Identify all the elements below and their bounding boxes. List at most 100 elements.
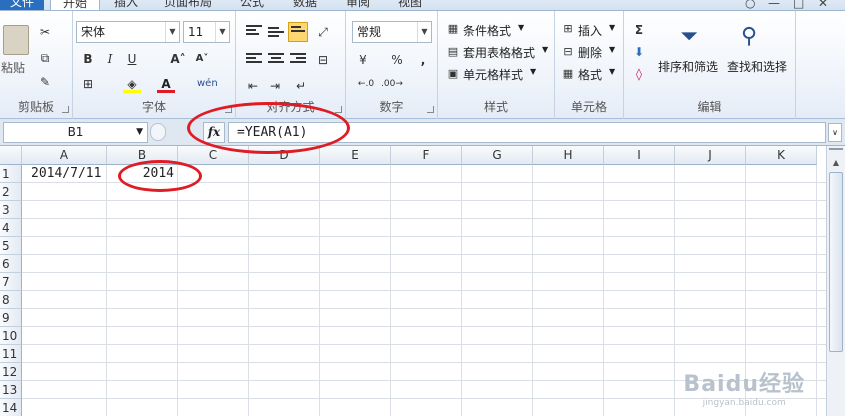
insert-cells-button[interactable]: 插入 (578, 22, 602, 39)
format-painter-icon[interactable]: ✎ (36, 73, 54, 91)
row-header-11[interactable]: 11 (0, 345, 22, 363)
row-header-2[interactable]: 2 (0, 183, 22, 201)
autosum-icon[interactable]: Σ (630, 21, 648, 39)
close-icon[interactable]: ✕ (818, 0, 828, 10)
column-header-k[interactable]: K (746, 146, 817, 165)
chevron-down-icon[interactable]: ▼ (542, 45, 548, 54)
font-color-icon[interactable]: A (157, 75, 175, 93)
tab-home[interactable]: 开始 (50, 0, 100, 10)
decrease-indent-icon[interactable]: ⇤ (244, 77, 262, 95)
increase-decimal-icon[interactable]: ←.0 (354, 75, 378, 93)
split-handle[interactable] (829, 148, 843, 154)
tab-file[interactable]: 文件 (0, 0, 44, 10)
row-header-5[interactable]: 5 (0, 237, 22, 255)
italic-icon[interactable]: I (101, 50, 119, 68)
column-header-f[interactable]: F (391, 146, 462, 165)
scroll-up-icon[interactable]: ▲ (829, 156, 843, 170)
cut-icon[interactable]: ✂ (36, 23, 54, 41)
merge-center-icon[interactable]: ⊟ (314, 51, 332, 69)
orientation-icon[interactable]: ⤢ (314, 23, 332, 41)
chevron-down-icon[interactable]: ▼ (165, 22, 179, 42)
align-center-icon[interactable] (268, 53, 284, 67)
row-header-6[interactable]: 6 (0, 255, 22, 273)
number-launcher-icon[interactable] (427, 106, 434, 113)
tab-review[interactable]: 审阅 (346, 0, 370, 10)
tab-insert[interactable]: 插入 (114, 0, 138, 10)
copy-icon[interactable]: ⧉ (36, 49, 54, 67)
find-select-icon[interactable]: ⚲ (734, 21, 764, 53)
currency-icon[interactable]: ¥ (354, 51, 372, 69)
row-header-12[interactable]: 12 (0, 363, 22, 381)
row-header-13[interactable]: 13 (0, 381, 22, 399)
borders-icon[interactable]: ⊞ (79, 75, 97, 93)
column-header-a[interactable]: A (22, 146, 107, 165)
wrap-text-icon[interactable]: ↵ (292, 77, 310, 95)
underline-icon[interactable]: U (123, 50, 141, 68)
tab-data[interactable]: 数据 (293, 0, 317, 10)
sort-filter-button[interactable]: 排序和筛选 (658, 58, 718, 75)
tab-view[interactable]: 视图 (398, 0, 422, 10)
align-top-icon[interactable] (246, 25, 262, 39)
column-header-i[interactable]: I (604, 146, 675, 165)
find-select-button[interactable]: 查找和选择 (727, 58, 787, 75)
chevron-down-icon[interactable]: ▼ (530, 67, 536, 76)
paste-button[interactable]: 粘贴 (1, 59, 25, 76)
fill-color-icon[interactable]: ◈ (123, 75, 141, 93)
name-box[interactable]: B1 ▼ (3, 122, 148, 143)
align-bottom-icon[interactable] (288, 22, 308, 42)
row-header-10[interactable]: 10 (0, 327, 22, 345)
insert-cells-icon[interactable]: ⊞ (559, 20, 577, 38)
chevron-down-icon[interactable]: ▼ (215, 22, 229, 42)
vertical-scrollbar[interactable]: ▲ (826, 146, 845, 416)
chevron-down-icon[interactable]: ▼ (609, 45, 615, 54)
fill-icon[interactable]: ⬇ (630, 43, 648, 61)
cell-styles-button[interactable]: 单元格样式 (463, 66, 523, 83)
format-cells-icon[interactable]: ▦ (559, 65, 577, 83)
percent-icon[interactable]: % (388, 51, 406, 69)
format-as-table-icon[interactable]: ▤ (444, 43, 462, 61)
column-header-g[interactable]: G (462, 146, 533, 165)
font-size-combo[interactable]: 11 ▼ (183, 21, 230, 43)
chevron-down-icon[interactable]: ▼ (417, 22, 431, 42)
row-header-8[interactable]: 8 (0, 291, 22, 309)
row-header-4[interactable]: 4 (0, 219, 22, 237)
select-all-corner[interactable] (0, 146, 22, 165)
format-as-table-button[interactable]: 套用表格格式 (463, 44, 535, 61)
number-format-combo[interactable]: 常规 ▼ (352, 21, 432, 43)
conditional-format-icon[interactable]: ▦ (444, 20, 462, 38)
align-middle-icon[interactable] (268, 27, 284, 41)
paste-icon[interactable] (3, 25, 29, 55)
scroll-thumb[interactable] (829, 172, 843, 352)
alignment-launcher-icon[interactable] (335, 106, 342, 113)
clipboard-launcher-icon[interactable] (62, 106, 69, 113)
delete-cells-icon[interactable]: ⊟ (559, 43, 577, 61)
tab-formulas[interactable]: 公式 (240, 0, 264, 10)
expand-formula-bar-icon[interactable]: ∨ (828, 123, 842, 142)
bold-icon[interactable]: B (79, 50, 97, 68)
cell-styles-icon[interactable]: ▣ (444, 65, 462, 83)
cell-a1[interactable]: 2014/7/11 (31, 165, 106, 183)
chevron-down-icon[interactable]: ▼ (136, 123, 143, 142)
name-box-resize-handle[interactable] (150, 123, 166, 141)
row-header-3[interactable]: 3 (0, 201, 22, 219)
clear-icon[interactable]: ◊ (630, 65, 648, 83)
decrease-decimal-icon[interactable]: .00→ (380, 75, 404, 93)
restore-icon[interactable]: □ (793, 0, 804, 10)
chevron-down-icon[interactable]: ▼ (609, 67, 615, 76)
align-right-icon[interactable] (290, 53, 306, 67)
column-header-e[interactable]: E (320, 146, 391, 165)
chevron-down-icon[interactable]: ▼ (609, 23, 615, 32)
conditional-format-button[interactable]: 条件格式 (463, 22, 511, 39)
font-name-combo[interactable]: 宋体 ▼ (76, 21, 180, 43)
row-header-7[interactable]: 7 (0, 273, 22, 291)
column-header-j[interactable]: J (675, 146, 746, 165)
help-icon[interactable]: ○ (745, 0, 755, 10)
sort-filter-icon[interactable]: ⏷ (674, 21, 704, 53)
shrink-font-icon[interactable]: A˅ (193, 50, 211, 68)
grow-font-icon[interactable]: A˄ (169, 50, 187, 68)
align-left-icon[interactable] (246, 53, 262, 67)
format-cells-button[interactable]: 格式 (578, 66, 602, 83)
row-header-1[interactable]: 1 (0, 165, 22, 183)
row-header-14[interactable]: 14 (0, 399, 22, 416)
chevron-down-icon[interactable]: ▼ (518, 23, 524, 32)
